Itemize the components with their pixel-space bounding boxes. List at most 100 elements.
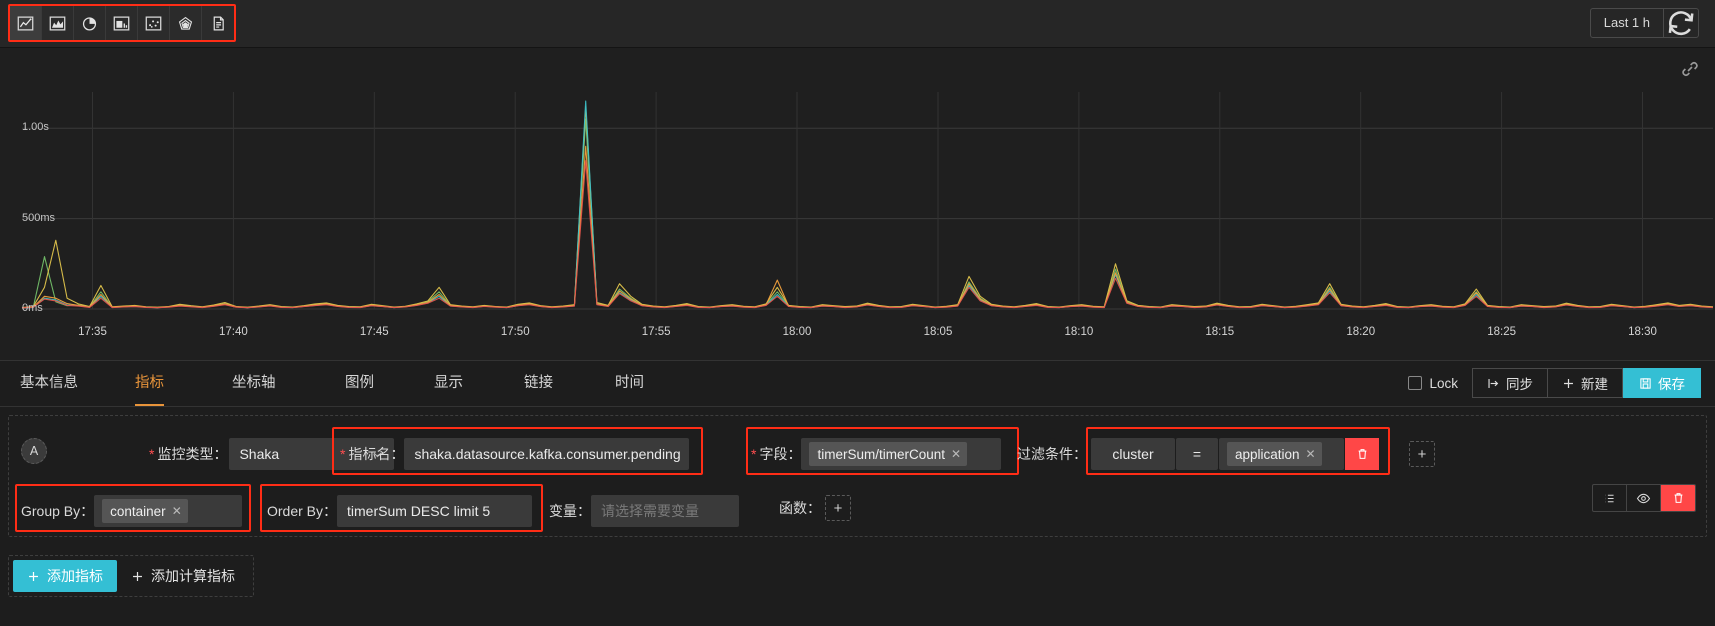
group-by-group: Group By： container ✕ [21, 495, 243, 527]
area-chart-icon-button[interactable] [42, 6, 74, 40]
chart-panel: 1.00s 500ms 0ms 17:35 17:40 17:45 17:50 17:55 1… [0, 48, 1715, 419]
x-axis-tick-2: 17:45 [359, 326, 389, 338]
x-axis-tick-5: 18:00 [782, 326, 812, 338]
variable-label: 变量： [549, 503, 591, 519]
add-filter-label: + [1417, 445, 1427, 463]
series-paths [21, 100, 1714, 309]
tab-links[interactable]: 链接 [524, 361, 553, 406]
field-tag[interactable]: timerSum/timerCount ✕ [809, 442, 968, 466]
add-calc-metric-button[interactable]: 添加计算指标 [117, 560, 249, 592]
group-by-tagbox[interactable]: container ✕ [94, 495, 243, 527]
metric-name-input[interactable]: shaka.datasource.kafka.consumer.pending [404, 438, 690, 470]
group-by-label: Group By： [21, 503, 95, 519]
remove-field-tag-icon[interactable]: ✕ [951, 447, 961, 461]
panel-link-button[interactable] [1679, 58, 1701, 80]
gridlines [22, 92, 1713, 310]
eye-icon [1636, 493, 1651, 503]
field-tagbox[interactable]: timerSum/timerCount ✕ [801, 438, 1002, 470]
add-filter-button[interactable]: + [1409, 441, 1435, 467]
add-function-button[interactable]: + [825, 495, 851, 521]
sync-button[interactable]: 同步 [1472, 368, 1548, 398]
x-axis-tick-1: 17:40 [218, 326, 248, 338]
filter-condition-row: cluster = application ✕ [1091, 438, 1379, 470]
group-by-tag[interactable]: container ✕ [102, 499, 188, 523]
order-by-value: timerSum DESC limit 5 [347, 503, 491, 519]
table-doc-icon-button[interactable] [202, 6, 234, 40]
table-doc-icon [213, 16, 224, 30]
action-button-group: 同步 新建 保存 [1472, 368, 1701, 398]
function-label: 函数： [779, 500, 821, 516]
filter-label: 过滤条件： [1017, 446, 1087, 462]
tab-metrics[interactable]: 指标 [135, 361, 164, 406]
variable-select[interactable]: 请选择需要变量 [591, 495, 739, 527]
order-by-label: Order By： [267, 503, 338, 519]
area-chart-icon [49, 15, 66, 31]
x-axis-labels: 17:35 17:40 17:45 17:50 17:55 18:00 18:05 18:10… [0, 326, 1715, 344]
tab-basic-info[interactable]: 基本信息 [20, 361, 78, 406]
plot-area: 1.00s 500ms 0ms [0, 86, 1715, 326]
metric-name-group: * 指标名： shaka.datasource.kafka.consumer.pe… [340, 438, 690, 470]
delete-query-button[interactable] [1661, 485, 1695, 511]
x-axis-tick-0: 17:35 [78, 326, 107, 338]
add-metric-label: 添加指标 [47, 568, 103, 584]
bar-chart-icon-button[interactable] [106, 6, 138, 40]
time-range-control: Last 1 h [1589, 8, 1699, 38]
y-axis-tick-0: 1.00s [22, 121, 49, 134]
tab-axis[interactable]: 坐标轴 [232, 361, 276, 406]
plus-icon [1564, 378, 1573, 388]
remove-filter-value-icon[interactable]: ✕ [1306, 447, 1316, 461]
monitor-type-label: * 监控类型： [149, 446, 228, 462]
refresh-button[interactable] [1664, 9, 1698, 37]
x-axis-tick-11: 18:30 [1628, 326, 1657, 338]
top-toolbar: Last 1 h [0, 0, 1715, 48]
trash-icon [1358, 449, 1366, 459]
x-axis-tick-8: 18:15 [1205, 326, 1235, 338]
lock-label: Lock [1429, 375, 1458, 391]
field-label: * 字段： [751, 446, 802, 462]
variable-placeholder: 请选择需要变量 [601, 503, 699, 519]
query-badge: A [21, 438, 47, 464]
chart-type-selector [8, 4, 236, 42]
save-button[interactable]: 保存 [1623, 368, 1701, 398]
radar-chart-icon-button[interactable] [170, 6, 202, 40]
monitor-type-value: Shaka [239, 446, 280, 462]
new-button[interactable]: 新建 [1548, 368, 1623, 398]
scatter-chart-icon-button[interactable] [138, 6, 170, 40]
lock-toggle[interactable]: Lock [1408, 376, 1458, 391]
filter-key-input[interactable]: cluster [1091, 438, 1175, 470]
pie-chart-icon [82, 16, 97, 31]
filter-value-tag[interactable]: application ✕ [1227, 442, 1322, 466]
order-by-group: Order By： timerSum DESC limit 5 [267, 495, 533, 527]
save-label: 保存 [1658, 377, 1685, 392]
field-group: * 字段： timerSum/timerCount ✕ [751, 438, 1002, 470]
list-icon [1605, 493, 1614, 503]
add-metric-button[interactable]: 添加指标 [13, 560, 117, 592]
order-by-input[interactable]: timerSum DESC limit 5 [337, 495, 533, 527]
refresh-icon [1668, 11, 1694, 36]
filter-operator-select[interactable]: = [1176, 438, 1218, 470]
list-button[interactable] [1593, 485, 1627, 511]
new-label: 新建 [1581, 377, 1608, 392]
preview-button[interactable] [1627, 485, 1661, 511]
metric-name-label: * 指标名： [340, 446, 405, 462]
filter-value-tagbox[interactable]: application ✕ [1219, 438, 1344, 470]
remove-group-by-tag-icon[interactable]: ✕ [172, 504, 182, 518]
tab-legend[interactable]: 图例 [345, 361, 374, 406]
x-axis-tick-4: 17:55 [641, 326, 671, 338]
line-chart-icon-button[interactable] [10, 6, 42, 40]
add-buttons-group: 添加指标 添加计算指标 [8, 555, 254, 597]
y-axis-tick-1: 500ms [22, 211, 56, 224]
tab-time[interactable]: 时间 [615, 361, 644, 406]
pie-chart-icon-button[interactable] [74, 6, 106, 40]
panel-editor: 基本信息 指标 坐标轴 图例 显示 链接 时间 Lock 同步 新建 保存 A … [0, 360, 1715, 625]
x-axis-tick-3: 17:50 [500, 326, 530, 338]
plot-svg [21, 92, 1714, 310]
time-range-label[interactable]: Last 1 h [1591, 9, 1664, 37]
lock-checkbox[interactable] [1408, 376, 1423, 390]
editor-tabs: 基本信息 指标 坐标轴 图例 显示 链接 时间 Lock 同步 新建 保存 [0, 361, 1715, 407]
tab-display[interactable]: 显示 [434, 361, 463, 406]
save-disk-icon [1640, 377, 1651, 389]
editor-actions: Lock 同步 新建 保存 [1408, 368, 1701, 398]
delete-filter-button[interactable] [1345, 438, 1379, 470]
y-axis-tick-2: 0ms [22, 302, 43, 314]
